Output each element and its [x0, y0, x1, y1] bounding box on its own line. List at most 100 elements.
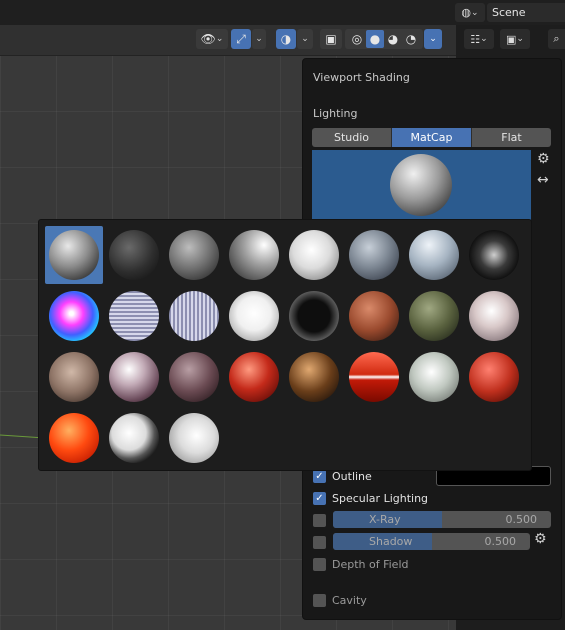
specular-label: Specular Lighting — [332, 491, 429, 505]
matcap-sphere — [409, 230, 459, 280]
shadow-checkbox[interactable] — [313, 535, 326, 549]
matcap-item-toon-bw[interactable] — [105, 409, 163, 467]
matcap-item-red-wax[interactable] — [225, 348, 283, 406]
flip-icon[interactable]: ↔ — [537, 172, 549, 188]
matcap-item-orange-metallic[interactable] — [465, 287, 523, 345]
matcap-item-check-normal-y[interactable] — [465, 226, 523, 284]
matcap-sphere — [469, 291, 519, 341]
matcap-sphere — [469, 352, 519, 402]
material-shading-icon[interactable]: ◕ — [384, 32, 402, 46]
gizmo-dropdown[interactable]: ⌄ — [252, 29, 266, 49]
scene-name-field[interactable]: Scene — [487, 3, 565, 22]
matcap-item-skin[interactable] — [465, 348, 523, 406]
tab-flat[interactable]: Flat — [472, 128, 551, 147]
outliner-icon: ☷ — [470, 32, 481, 46]
matcap-sphere — [49, 413, 99, 463]
matcap-item-reflection-smooth[interactable] — [165, 348, 223, 406]
matcap-item-jade-stripes[interactable] — [105, 287, 163, 345]
rendered-shading-icon[interactable]: ◔ — [402, 32, 420, 46]
image-icon: ▣ — [506, 32, 517, 46]
shading-dropdown-button[interactable]: ⌄ — [424, 29, 442, 49]
specular-checkbox[interactable]: ✓ — [313, 491, 326, 505]
overlays-dropdown[interactable]: ⌄ — [297, 29, 313, 49]
matcap-item-resin[interactable] — [285, 348, 343, 406]
matcap-sphere — [229, 291, 279, 341]
matcap-item-basic-check[interactable] — [285, 226, 343, 284]
xray-icon: ▣ — [325, 32, 337, 46]
shadow-label: Shadow — [369, 535, 413, 548]
matcap-item-pearl[interactable] — [45, 348, 103, 406]
matcap-item-metal-lead[interactable] — [345, 287, 403, 345]
matcap-sphere — [289, 291, 339, 341]
cavity-row[interactable]: Cavity — [313, 592, 367, 608]
matcap-item-zebra[interactable] — [165, 409, 223, 467]
gizmo-icon: ⤢ — [236, 31, 246, 46]
matcap-item-ceramic-dark[interactable] — [345, 226, 403, 284]
matcap-item-basic-2[interactable] — [165, 226, 223, 284]
matcap-item-basic-dark[interactable] — [105, 226, 163, 284]
matcap-sphere — [49, 352, 99, 402]
matcap-item-metal-carpaint[interactable] — [285, 287, 343, 345]
matcap-sphere — [229, 352, 279, 402]
shadow-slider[interactable]: Shadow 0.500 — [333, 533, 530, 550]
scene-name: Scene — [492, 6, 526, 19]
tab-matcap[interactable]: MatCap — [392, 128, 472, 147]
matcap-item-rim-red[interactable] — [345, 348, 403, 406]
eye-icon: 👁 — [200, 32, 216, 46]
specular-row[interactable]: ✓ Specular Lighting — [313, 490, 428, 506]
matcap-sphere — [349, 230, 399, 280]
matcap-sphere — [289, 230, 339, 280]
overlays-icon: ◑ — [280, 32, 292, 46]
matcap-item-check-rim-dark[interactable] — [45, 287, 103, 345]
matcap-preview-sphere — [390, 154, 452, 216]
matcap-sphere — [109, 413, 159, 463]
matcap-sphere — [409, 352, 459, 402]
matcap-item-reflection-check[interactable] — [105, 348, 163, 406]
matcap-item-ceramic-lightbulb[interactable] — [405, 226, 463, 284]
matcap-item-silver[interactable] — [405, 348, 463, 406]
dof-checkbox[interactable] — [313, 557, 326, 571]
shadow-row[interactable] — [313, 534, 332, 550]
dof-label: Depth of Field — [332, 557, 409, 571]
gear-icon[interactable]: ⚙ — [537, 151, 550, 167]
matcap-sphere — [109, 352, 159, 402]
overlays-toggle[interactable]: ◑ — [276, 29, 296, 49]
matcap-sphere — [109, 230, 159, 280]
matcap-sphere — [349, 352, 399, 402]
shadow-settings-gear-icon[interactable]: ⚙ — [534, 531, 547, 547]
matcap-item-vstripes[interactable] — [165, 287, 223, 345]
popover-title: Viewport Shading — [313, 71, 410, 84]
matcap-grid-popup — [38, 219, 532, 471]
matcap-item-metal-shiny[interactable] — [405, 287, 463, 345]
xray-slider[interactable]: X-Ray 0.500 — [333, 511, 551, 528]
solid-shading-icon[interactable]: ● — [366, 30, 384, 48]
outline-checkbox[interactable]: ✓ — [313, 469, 326, 483]
xray-label: X-Ray — [369, 513, 401, 526]
editor-type-dropdown[interactable]: ☷ ⌄ — [464, 29, 494, 49]
matcap-sphere — [169, 352, 219, 402]
lighting-label: Lighting — [313, 107, 358, 120]
gizmo-toggle[interactable]: ⤢ — [231, 29, 251, 49]
matcap-sphere — [49, 230, 99, 280]
matcap-preview[interactable] — [312, 150, 531, 220]
search-icon[interactable]: ⌕ — [548, 29, 565, 49]
display-mode-dropdown[interactable]: ▣ ⌄ — [500, 29, 530, 49]
xray-checkbox[interactable] — [313, 513, 326, 527]
matcap-item-metal-anisotropic[interactable] — [225, 287, 283, 345]
chevron-down-icon: ⌄ — [429, 34, 437, 44]
scene-selector-icon[interactable]: ◍ ⌄ — [455, 3, 485, 22]
matcap-item-basic-1[interactable] — [45, 226, 103, 284]
matcap-sphere — [169, 230, 219, 280]
matcap-sphere — [349, 291, 399, 341]
visibility-dropdown[interactable]: 👁 ⌄ — [196, 29, 228, 49]
matcap-item-basic-side[interactable] — [225, 226, 283, 284]
wireframe-shading-icon[interactable]: ◎ — [348, 32, 366, 46]
tab-studio[interactable]: Studio — [312, 128, 392, 147]
dof-row[interactable]: Depth of Field — [313, 556, 409, 572]
xray-row[interactable] — [313, 512, 332, 528]
matcap-item-toon[interactable] — [45, 409, 103, 467]
xray-toggle[interactable]: ▣ — [320, 29, 342, 49]
lighting-tabs: Studio MatCap Flat — [312, 128, 551, 147]
matcap-sphere — [469, 230, 519, 280]
cavity-checkbox[interactable] — [313, 593, 326, 607]
